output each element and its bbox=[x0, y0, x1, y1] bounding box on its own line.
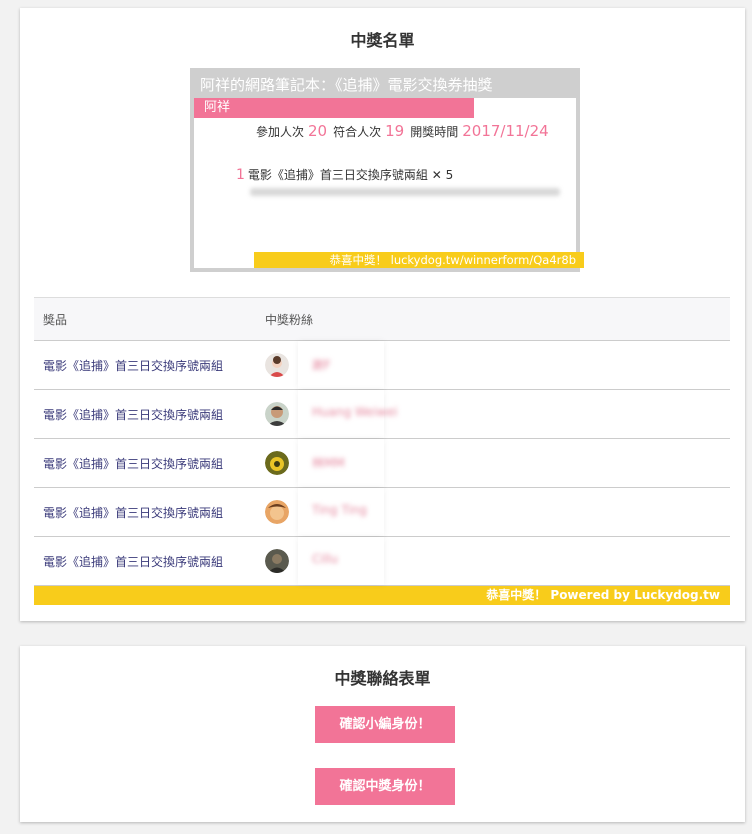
fan-name: Ting Ting bbox=[312, 503, 367, 517]
table-row: 電影《追捕》首三日交換序號兩組 Cillu bbox=[34, 537, 730, 586]
banner-stats: 參加人次 20 符合人次 19 開獎時間 2017/11/24 bbox=[256, 122, 555, 140]
draw-time: 2017/11/24 bbox=[462, 122, 549, 140]
prize-cell: 電影《追捕》首三日交換序號兩組 bbox=[43, 408, 224, 422]
eligible-label: 符合人次 bbox=[333, 125, 382, 139]
prize-cell: 電影《追捕》首三日交換序號兩組 bbox=[43, 555, 224, 569]
fan-name: Cillu bbox=[312, 552, 338, 566]
table-row: 電影《追捕》首三日交換序號兩組 謝F bbox=[34, 341, 730, 390]
winner-list-title: 中獎名單 bbox=[350, 31, 415, 50]
fan-name-cell[interactable]: 林MM bbox=[298, 439, 384, 487]
avatar[interactable] bbox=[265, 451, 289, 475]
blurred-winner-names bbox=[250, 188, 560, 196]
prize-cell: 電影《追捕》首三日交換序號兩組 bbox=[43, 506, 224, 520]
table-row: 電影《追捕》首三日交換序號兩組 Ting Ting bbox=[34, 488, 730, 537]
fan-name: Huang Weiwei bbox=[312, 405, 398, 419]
table-footer: 恭喜中獎！ Powered by Luckydog.tw bbox=[34, 586, 730, 605]
winner-list-card: 中獎名單 阿祥的網路筆記本：《追捕》電影交換券抽獎 阿祥 參加人次 20 符合人… bbox=[20, 8, 745, 621]
column-fan: 中獎粉絲 bbox=[265, 313, 314, 327]
column-prize: 獎品 bbox=[43, 313, 68, 327]
verify-editor-button[interactable]: 確認小編身份！ bbox=[315, 706, 455, 743]
draw-time-label: 開獎時間 bbox=[410, 125, 459, 139]
fan-name-cell[interactable]: Huang Weiwei bbox=[298, 390, 397, 438]
avatar[interactable] bbox=[265, 353, 289, 377]
verify-winner-button[interactable]: 確認中獎身份！ bbox=[315, 768, 455, 805]
lottery-banner-image: 阿祥的網路筆記本：《追捕》電影交換券抽獎 阿祥 參加人次 20 符合人次 19 … bbox=[190, 68, 584, 272]
prize-text: 電影《追捕》首三日交換序號兩組 ✕ 5 bbox=[247, 168, 454, 182]
avatar[interactable] bbox=[265, 500, 289, 524]
fan-name-cell[interactable]: 謝F bbox=[298, 341, 384, 389]
participants-count: 20 bbox=[308, 122, 328, 140]
fan-name-cell[interactable]: Ting Ting bbox=[298, 488, 384, 536]
fan-name: 謝F bbox=[312, 358, 331, 372]
prize-index: 1 bbox=[236, 167, 245, 183]
banner-body: 阿祥 參加人次 20 符合人次 19 開獎時間 2017/11/24 1 電影《追… bbox=[194, 98, 584, 268]
fan-name: 林MM bbox=[312, 456, 345, 470]
avatar[interactable] bbox=[265, 549, 289, 573]
contact-form-title: 中獎聯絡表單 bbox=[334, 669, 431, 688]
table-header: 獎品 中獎粉絲 bbox=[34, 297, 730, 341]
fan-name-cell[interactable]: Cillu bbox=[298, 537, 384, 585]
banner-footer: 恭喜中獎！ luckydog.tw/winnerform/Qa4r8b bbox=[254, 252, 584, 268]
table-row: 電影《追捕》首三日交換序號兩組 Huang Weiwei bbox=[34, 390, 730, 439]
banner-title: 阿祥的網路筆記本：《追捕》電影交換券抽獎 bbox=[200, 76, 493, 94]
banner-prize-line: 1 電影《追捕》首三日交換序號兩組 ✕ 5 bbox=[236, 166, 453, 183]
winners-table: 獎品 中獎粉絲 電影《追捕》首三日交換序號兩組 謝F 電影《追捕》首三日交換序號… bbox=[34, 297, 730, 605]
contact-form-card: 中獎聯絡表單 確認小編身份！ 確認中獎身份！ bbox=[20, 646, 745, 822]
eligible-count: 19 bbox=[385, 122, 405, 140]
avatar[interactable] bbox=[265, 402, 289, 426]
table-row: 電影《追捕》首三日交換序號兩組 林MM bbox=[34, 439, 730, 488]
banner-owner: 阿祥 bbox=[194, 98, 474, 118]
participants-label: 參加人次 bbox=[256, 125, 305, 139]
prize-cell: 電影《追捕》首三日交換序號兩組 bbox=[43, 359, 224, 373]
prize-cell: 電影《追捕》首三日交換序號兩組 bbox=[43, 457, 224, 471]
